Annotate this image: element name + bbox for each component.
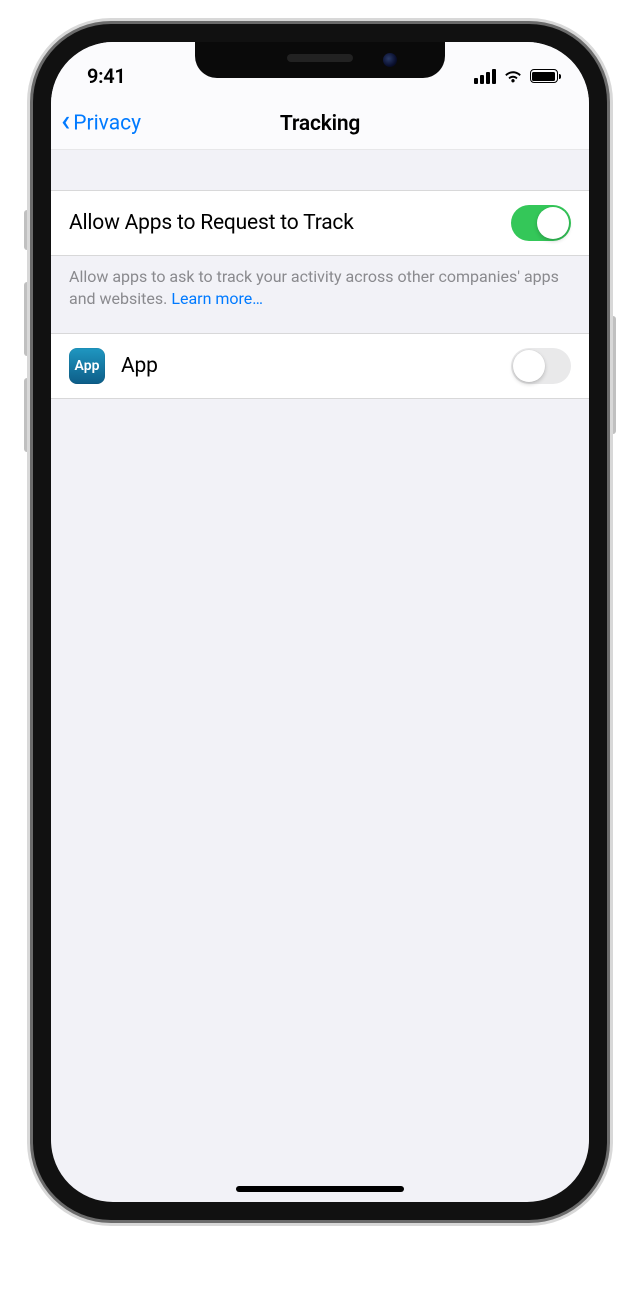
footer-description: Allow apps to ask to track your activity… — [69, 267, 559, 308]
volume-down-button[interactable] — [24, 378, 30, 452]
cellular-signal-icon — [474, 69, 496, 84]
allow-apps-to-track-label: Allow Apps to Request to Track — [69, 211, 354, 235]
phone-frame: 9:41 ‹ Privacy — [33, 24, 607, 1220]
back-button[interactable]: ‹ Privacy — [61, 111, 141, 136]
screen: 9:41 ‹ Privacy — [51, 42, 589, 1202]
wifi-icon — [503, 69, 523, 84]
page-title: Tracking — [280, 112, 360, 136]
battery-icon — [530, 69, 562, 83]
allow-apps-to-track-row: Allow Apps to Request to Track — [51, 190, 589, 256]
app-name-label: App — [121, 354, 158, 378]
power-button[interactable] — [610, 316, 616, 434]
front-camera — [383, 53, 397, 67]
app-tracking-row: App App — [51, 333, 589, 399]
app-icon: App — [69, 348, 105, 384]
volume-up-button[interactable] — [24, 282, 30, 356]
silent-switch[interactable] — [24, 210, 30, 250]
status-icons — [474, 69, 562, 84]
settings-content: Allow Apps to Request to Track Allow app… — [51, 150, 589, 399]
allow-apps-to-track-toggle[interactable] — [511, 205, 571, 241]
status-time: 9:41 — [87, 64, 126, 88]
notch — [195, 42, 445, 78]
section-footer: Allow apps to ask to track your activity… — [51, 256, 589, 333]
learn-more-link[interactable]: Learn more… — [171, 289, 263, 308]
app-tracking-toggle[interactable] — [511, 348, 571, 384]
chevron-left-icon: ‹ — [61, 106, 70, 136]
speaker-grille — [287, 54, 353, 62]
nav-bar: ‹ Privacy Tracking — [51, 98, 589, 150]
back-label: Privacy — [73, 112, 141, 136]
home-indicator[interactable] — [236, 1186, 404, 1192]
